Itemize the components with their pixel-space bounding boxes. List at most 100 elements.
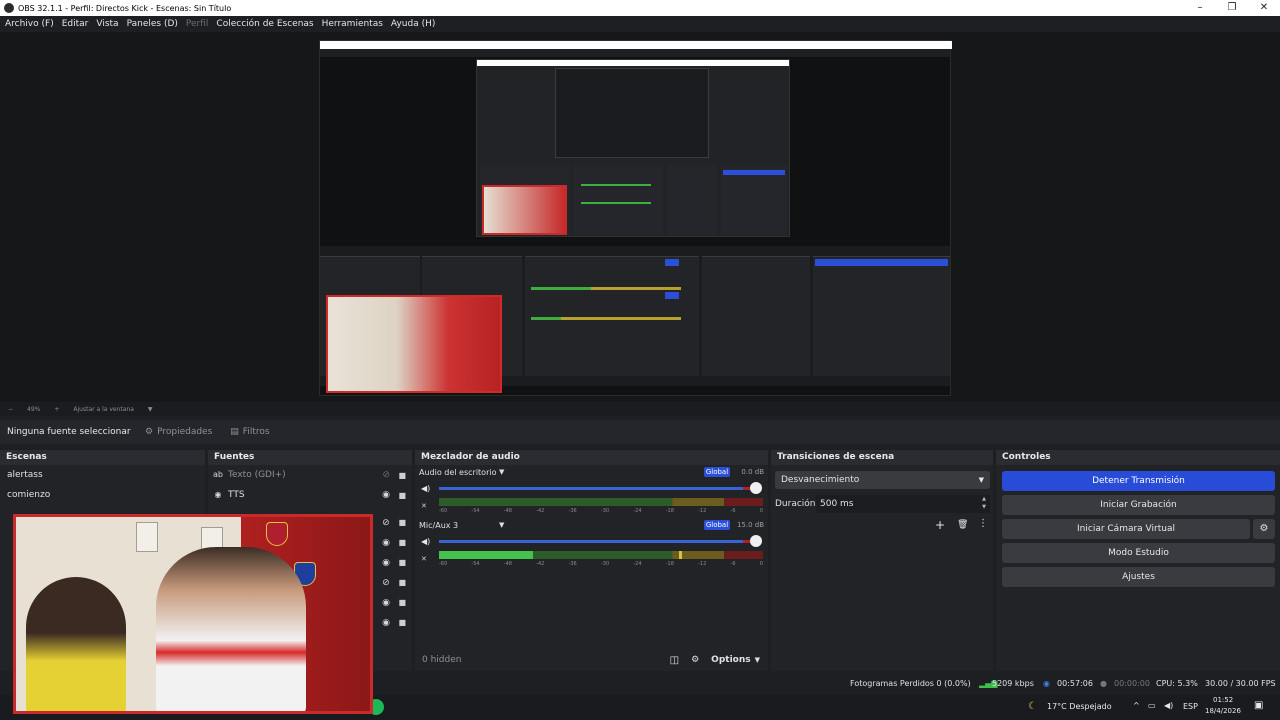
filters-label: Filtros	[242, 427, 270, 437]
source-item[interactable]: ab Texto (GDI+) ⊘ ■	[208, 465, 412, 485]
lock-icon[interactable]: ■	[398, 553, 406, 573]
zoom-in-button[interactable]: +	[54, 406, 59, 413]
eye-icon[interactable]: ◉	[382, 613, 390, 633]
maximize-button[interactable]: ❐	[1216, 0, 1248, 16]
spinbox-arrows-icon[interactable]: ▲ ▼	[982, 495, 986, 511]
duration-input[interactable]: 500 ms ▲ ▼	[816, 495, 990, 513]
chevron-down-icon[interactable]: ▼	[148, 406, 153, 413]
network-icon[interactable]: ▭	[1148, 701, 1156, 710]
window-title: OBS 32.1.1 - Perfil: Directos Kick - Esc…	[18, 3, 232, 13]
bitrate: 5209 kbps	[992, 679, 1034, 688]
virtual-camera-settings-icon[interactable]: ⚙	[1253, 519, 1275, 539]
global-badge: Global	[704, 520, 730, 530]
speaker-icon[interactable]: ◀)	[421, 537, 430, 546]
filter-icon: ▤	[230, 427, 239, 437]
menu-perfil[interactable]: Perfil	[186, 19, 209, 29]
lock-icon[interactable]: ■	[398, 471, 406, 480]
stop-stream-button[interactable]: Detener Transmisión	[1002, 471, 1275, 491]
minimize-button[interactable]: –	[1184, 0, 1216, 16]
eye-icon[interactable]: ◉	[382, 490, 390, 500]
transition-select[interactable]: Desvanecimiento ▼	[775, 471, 990, 489]
menu-vista[interactable]: Vista	[96, 19, 118, 29]
source-item[interactable]: ◉ TTS ◉ ■	[208, 485, 412, 505]
obs-logo-icon	[4, 3, 14, 13]
more-options-icon[interactable]: ⋮	[978, 518, 988, 529]
filters-button[interactable]: ▤ Filtros	[230, 427, 269, 437]
club-shield-icon	[266, 522, 288, 546]
mute-icon[interactable]: ✕	[421, 502, 427, 510]
menu-herramientas[interactable]: Herramientas	[322, 19, 383, 29]
chevron-up-icon[interactable]: ^	[1133, 701, 1140, 710]
meter-peak	[679, 551, 682, 559]
eye-icon[interactable]: ◉	[382, 533, 390, 553]
speaker-icon[interactable]: ◀)	[421, 484, 430, 493]
settings-button[interactable]: Ajustes	[1002, 567, 1275, 587]
preview-scale-bar: − 49% + Ajustar a la ventana ▼	[0, 402, 1280, 416]
lock-icon[interactable]: ■	[398, 613, 406, 633]
advanced-audio-icon[interactable]: ⚙	[691, 655, 699, 665]
zoom-out-button[interactable]: −	[8, 406, 13, 413]
meter-tick: -48	[503, 561, 512, 567]
menu-bar: Archivo (F) Editar Vista Paneles (D) Per…	[0, 16, 1280, 32]
chevron-down-icon[interactable]: ▼	[499, 521, 504, 529]
close-button[interactable]: ✕	[1248, 0, 1280, 16]
weather[interactable]: 17°C Despejado	[1047, 702, 1112, 711]
record-icon: ●	[1100, 679, 1107, 688]
start-recording-button[interactable]: Iniciar Grabación	[1002, 495, 1275, 515]
chevron-down-icon[interactable]: ▼	[499, 468, 504, 476]
options-button[interactable]: Options	[711, 655, 750, 665]
lock-icon[interactable]: ■	[398, 593, 406, 613]
eye-hidden-icon[interactable]: ⊘	[382, 470, 390, 480]
meter-tick: -54	[471, 561, 480, 567]
volume-slider-handle[interactable]	[750, 482, 762, 494]
eye-icon[interactable]: ⊘	[382, 513, 390, 533]
lock-column: ■ ■ ■ ■ ■ ■	[398, 513, 406, 633]
add-transition-icon[interactable]: +	[935, 518, 945, 532]
meter-tick: -18	[665, 561, 674, 567]
meter-tick: -6	[730, 561, 736, 567]
menu-ayuda[interactable]: Ayuda (H)	[391, 19, 435, 29]
mixer-footer: 0 hidden ◫ ⚙ Options ▼	[415, 650, 768, 670]
moon-icon: ☾	[1028, 701, 1037, 712]
lock-icon[interactable]: ■	[398, 533, 406, 553]
volume-slider-handle[interactable]	[750, 535, 762, 547]
mixer-channel: Mic/Aux 3 ▼ Global 15.0 dB ◀) ✕ -60 -54 -4…	[415, 518, 768, 571]
virtual-camera-button[interactable]: Iniciar Cámara Virtual	[1002, 519, 1250, 539]
source-label: TTS	[228, 490, 245, 500]
clock-date[interactable]: 18/4/2026	[1205, 707, 1241, 715]
menu-editar[interactable]: Editar	[62, 19, 89, 29]
trash-icon[interactable]: 🗑	[957, 520, 968, 530]
layout-icon[interactable]: ◫	[670, 655, 679, 666]
notifications-icon[interactable]: ▣	[1254, 700, 1263, 711]
mute-icon[interactable]: ✕	[421, 555, 427, 563]
eye-icon[interactable]: ◉	[382, 593, 390, 613]
menu-archivo[interactable]: Archivo (F)	[5, 19, 54, 29]
language-indicator[interactable]: ESP	[1183, 702, 1198, 711]
duration-value: 500 ms	[820, 499, 854, 509]
eye-icon[interactable]: ⊘	[382, 573, 390, 593]
clock-time[interactable]: 01:52	[1213, 696, 1233, 704]
lock-icon[interactable]: ■	[398, 491, 406, 500]
volume-slider[interactable]	[439, 540, 759, 543]
nested-inner-capture	[476, 59, 790, 237]
duration-label: Duración	[775, 499, 816, 509]
scene-item[interactable]: comienzo	[0, 485, 205, 505]
eye-icon[interactable]: ◉	[382, 553, 390, 573]
lock-icon[interactable]: ■	[398, 573, 406, 593]
speaker-icon[interactable]: ◀)	[1164, 701, 1173, 710]
volume-slider[interactable]	[439, 487, 759, 490]
transition-value: Desvanecimiento	[781, 475, 860, 485]
lock-icon[interactable]: ■	[398, 513, 406, 533]
text-icon: ab	[213, 470, 223, 479]
properties-button[interactable]: ⚙ Propiedades	[145, 427, 212, 437]
chevron-down-icon[interactable]: ▼	[755, 656, 760, 664]
menu-paneles[interactable]: Paneles (D)	[127, 19, 178, 29]
person-left	[26, 577, 126, 711]
scene-item[interactable]: alertass	[0, 465, 205, 485]
dropped-frames: Fotogramas Perdidos 0 (0.0%)	[850, 679, 971, 688]
menu-coleccion[interactable]: Colección de Escenas	[216, 19, 313, 29]
global-badge: Global	[704, 467, 730, 477]
studio-mode-button[interactable]: Modo Estudio	[1002, 543, 1275, 563]
fit-window-label[interactable]: Ajustar a la ventana	[73, 406, 134, 413]
source-label: Texto (GDI+)	[228, 470, 286, 480]
